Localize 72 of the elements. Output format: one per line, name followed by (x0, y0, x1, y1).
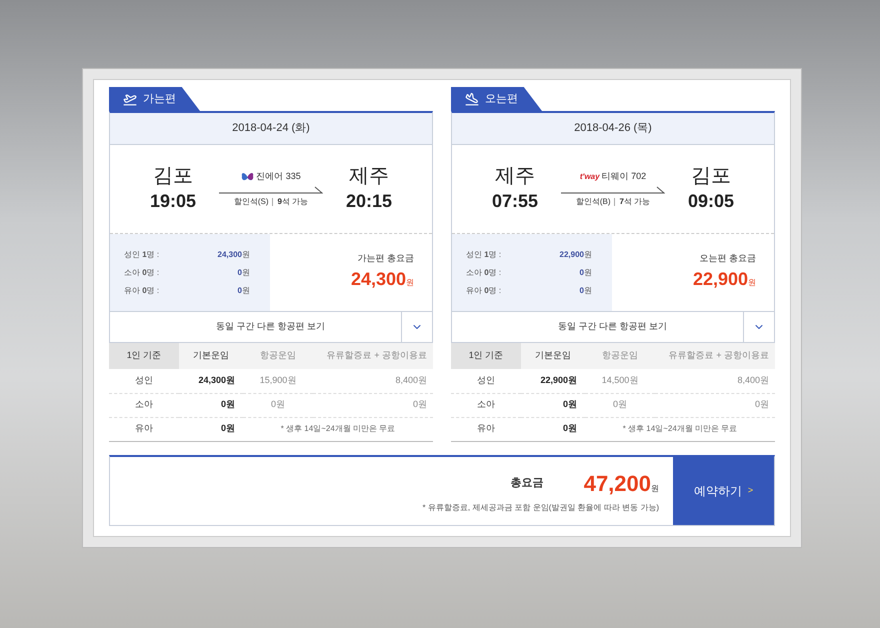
leg-total-label: 가는편 총요금 (357, 252, 414, 266)
flight-date: 2018-04-26 (목) (574, 121, 652, 136)
leg-label-text: 오는편 (485, 92, 518, 107)
seats-available: 7석 가능 (619, 196, 650, 208)
passenger-fare: 24,300원 (218, 248, 250, 260)
plane-takeoff-icon (123, 92, 137, 106)
passenger-fare: 0원 (238, 284, 250, 296)
table-cell: 성인 (109, 369, 179, 393)
leg-total: 22,900원 (692, 268, 756, 291)
column-header: 유류할증료 + 공항이용료 (313, 343, 433, 369)
arrival-city: 김포 (690, 164, 731, 188)
leg-total: 24,300원 (350, 268, 414, 291)
table-cell: 15,900원 (243, 369, 313, 393)
table-cell: 0원 (179, 417, 243, 441)
table-cell: 8,400원 (655, 369, 775, 393)
passenger-count: 소아 0명 : (466, 266, 502, 278)
seat-class: 할인석(S) (234, 196, 268, 208)
butterfly-icon (241, 172, 254, 182)
table-cell: 성인 (451, 369, 521, 393)
column-header: 항공운임 (585, 343, 655, 369)
table-cell: 0원 (521, 417, 585, 441)
table-cell: 14,500원 (585, 369, 655, 393)
departure-time: 19:05 (150, 190, 196, 212)
seat-class: 할인석(B) (576, 196, 610, 208)
table-cell: 0원 (243, 393, 313, 417)
plane-landing-icon (465, 92, 479, 106)
leg-label-text: 가는편 (143, 92, 176, 107)
passenger-fare: 0원 (238, 266, 250, 278)
departure-city: 김포 (153, 164, 194, 188)
arrival-time: 20:15 (346, 190, 392, 212)
column-header: 1인 기준 (451, 343, 521, 369)
leg-total-label: 오는편 총요금 (699, 252, 756, 266)
passenger-count: 유아 0명 : (466, 284, 502, 296)
airline-wordmark: t'way (580, 171, 600, 183)
column-header: 기본운임 (179, 343, 243, 369)
reserve-button[interactable]: 예약하기 > (673, 456, 774, 524)
passenger-fare: 22,900원 (560, 248, 592, 260)
table-cell: 소아 (109, 393, 179, 417)
table-cell: 22,900원 (521, 369, 585, 393)
table-cell: 유아 (451, 417, 521, 441)
arrival-city: 제주 (348, 164, 389, 188)
passenger-fare: 0원 (580, 284, 592, 296)
departure-time: 07:55 (492, 190, 538, 212)
total-label: 총요금 (510, 476, 544, 492)
passenger-fare: 0원 (580, 266, 592, 278)
table-cell: 8,400원 (313, 369, 433, 393)
table-cell: 0원 (179, 393, 243, 417)
airline-flight: 티웨이 702 (602, 170, 646, 184)
passenger-count: 유아 0명 : (124, 284, 160, 296)
table-cell: 소아 (451, 393, 521, 417)
column-header: 기본운임 (521, 343, 585, 369)
table-cell: 0원 (313, 393, 433, 417)
table-cell: 0원 (521, 393, 585, 417)
passenger-count: 성인 1명 : (124, 248, 160, 260)
table-cell: 0원 (585, 393, 655, 417)
flight-date: 2018-04-24 (화) (232, 121, 310, 136)
column-header: 항공운임 (243, 343, 313, 369)
table-note: * 생후 14일~24개월 미만은 무료 (243, 417, 433, 441)
seats-available: 9석 가능 (277, 196, 308, 208)
airline-flight: 진에어 335 (256, 170, 301, 184)
table-cell: 0원 (655, 393, 775, 417)
passenger-count: 소아 0명 : (124, 266, 160, 278)
column-header: 1인 기준 (109, 343, 179, 369)
fare-note: * 유류할증료, 제세공과금 포함 운임(발권일 환율에 따라 변동 가능) (422, 502, 659, 514)
table-note: * 생후 14일~24개월 미만은 무료 (585, 417, 775, 441)
column-header: 유류할증료 + 공항이용료 (655, 343, 775, 369)
table-cell: 유아 (109, 417, 179, 441)
table-cell: 24,300원 (179, 369, 243, 393)
arrival-time: 09:05 (688, 190, 734, 212)
grand-total: 47,200원 (584, 470, 659, 498)
passenger-count: 성인 1명 : (466, 248, 502, 260)
departure-city: 제주 (495, 164, 536, 188)
